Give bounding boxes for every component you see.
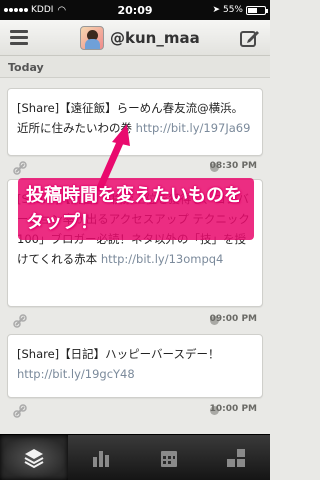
link-icon bbox=[13, 404, 27, 418]
compose-icon[interactable] bbox=[240, 29, 260, 47]
post-card[interactable]: [Share]【日記】ハッピーバースデー！ http://bit.ly/19gcY… bbox=[7, 334, 263, 398]
clock-label: 20:09 bbox=[117, 3, 153, 17]
status-bar: KDDI ◠ 20:09 ➤ 55% bbox=[0, 0, 270, 20]
calendar-icon bbox=[160, 450, 177, 467]
post-text: [Share]【日記】ハッピーバースデー！ http://bit.ly/19gcY… bbox=[17, 347, 220, 381]
post-link[interactable]: http://bit.ly/19gcY48 bbox=[17, 367, 135, 381]
page-title: @kun_maa bbox=[110, 29, 200, 47]
menu-icon[interactable] bbox=[10, 30, 28, 46]
link-icon bbox=[13, 314, 27, 328]
post-meta: 09:00 PM bbox=[7, 310, 263, 332]
nav-bar: @kun_maa bbox=[0, 20, 270, 56]
section-header: Today bbox=[0, 56, 270, 78]
post-list: [Share]【遠征飯】らーめん春友流@横浜。近所に住みたいわの巻 http:/… bbox=[0, 78, 270, 434]
post-time[interactable]: 10:00 PM bbox=[210, 404, 257, 414]
blocks-icon bbox=[227, 448, 246, 467]
annotation-callout: 投稿時間を変えたいものをタップ！ bbox=[18, 178, 254, 240]
tab-bar bbox=[0, 434, 270, 480]
bar-chart-icon bbox=[93, 450, 110, 467]
tab-more[interactable] bbox=[203, 435, 271, 480]
tab-stats[interactable] bbox=[68, 435, 136, 480]
post-card[interactable]: [Share]【遠征飯】らーめん春友流@横浜。近所に住みたいわの巻 http:/… bbox=[7, 88, 263, 156]
post-time[interactable]: 08:30 PM bbox=[210, 161, 257, 171]
link-icon bbox=[13, 161, 27, 175]
avatar bbox=[80, 26, 104, 50]
tab-posts[interactable] bbox=[0, 435, 68, 480]
layers-icon bbox=[24, 448, 44, 468]
tab-calendar[interactable] bbox=[135, 435, 203, 480]
post-text: [Share]【遠征飯】らーめん春友流@横浜。近所に住みたいわの巻 http:/… bbox=[17, 101, 251, 135]
post-time[interactable]: 09:00 PM bbox=[210, 314, 257, 324]
post-meta: 08:30 PM bbox=[7, 157, 263, 179]
post-meta: 10:00 PM bbox=[7, 400, 263, 422]
battery-icon bbox=[246, 5, 268, 15]
post-link[interactable]: http://bit.ly/197Ja69 bbox=[136, 121, 251, 135]
